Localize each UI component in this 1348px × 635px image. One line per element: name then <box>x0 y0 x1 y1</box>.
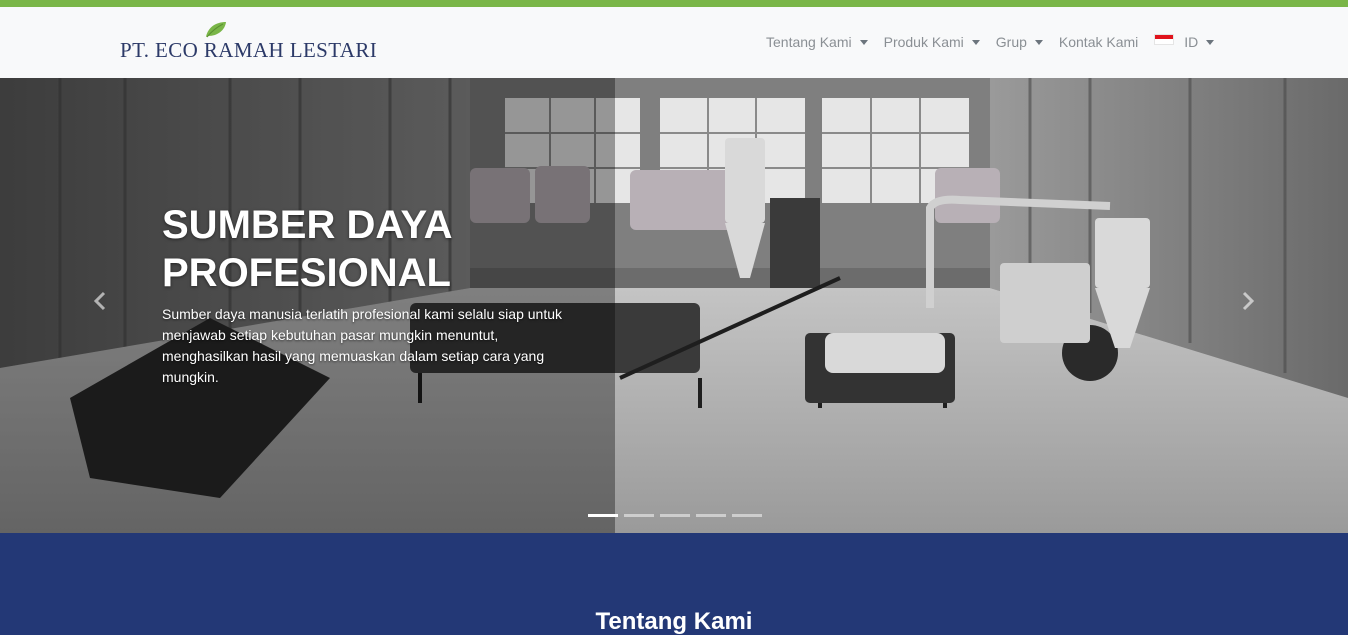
nav-item-label: Produk Kami <box>883 34 964 50</box>
carousel-indicator[interactable] <box>624 514 654 517</box>
hero-title: SUMBER DAYA PROFESIONAL <box>162 203 451 295</box>
indonesia-flag-icon <box>1154 33 1175 45</box>
main-nav: Tentang Kami Produk Kami Grup Kontak Kam… <box>766 33 1230 50</box>
hero-description: Sumber daya manusia terlatih profesional… <box>162 306 562 385</box>
nav-item-tentang-kami[interactable]: Tentang Kami <box>766 34 868 50</box>
language-selector[interactable]: ID <box>1154 33 1215 50</box>
brand-name: PT. ECO RAMAH LESTARI <box>120 38 378 62</box>
carousel-indicator[interactable] <box>732 514 762 517</box>
caret-down-icon <box>859 40 868 45</box>
about-section-title: Tentang Kami <box>595 608 753 635</box>
navbar: PT. ECO RAMAH LESTARI Tentang Kami Produ… <box>0 7 1348 78</box>
about-section: Tentang Kami <box>0 533 1348 635</box>
carousel-prev-button[interactable] <box>80 278 120 324</box>
carousel-indicator[interactable] <box>696 514 726 517</box>
carousel-next-button[interactable] <box>1228 278 1268 324</box>
nav-item-label: Kontak Kami <box>1058 34 1139 50</box>
top-accent-bar <box>0 0 1348 7</box>
carousel-indicator[interactable] <box>660 514 690 517</box>
language-label: ID <box>1184 34 1199 50</box>
nav-item-label: Grup <box>995 34 1027 50</box>
carousel-indicators <box>588 514 768 517</box>
nav-item-label: Tentang Kami <box>766 34 852 50</box>
caret-down-icon <box>1034 40 1043 45</box>
nav-item-produk-kami[interactable]: Produk Kami <box>884 34 980 50</box>
leaf-icon <box>206 22 226 38</box>
caret-down-icon <box>1206 40 1215 45</box>
hero-carousel: SUMBER DAYA PROFESIONAL Sumber daya manu… <box>0 78 1348 533</box>
caret-down-icon <box>971 40 980 45</box>
chevron-right-icon <box>1242 291 1255 311</box>
nav-item-kontak-kami[interactable]: Kontak Kami <box>1059 34 1138 50</box>
carousel-indicator[interactable] <box>588 514 618 517</box>
brand-logo[interactable]: PT. ECO RAMAH LESTARI <box>120 22 378 62</box>
nav-item-grup[interactable]: Grup <box>996 34 1043 50</box>
chevron-left-icon <box>93 291 106 311</box>
